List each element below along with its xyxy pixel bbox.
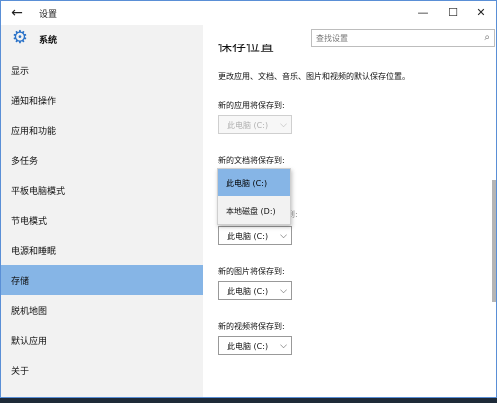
sidebar-item-display[interactable]: 显示 [1,55,203,85]
content-scrollbar[interactable] [492,180,496,302]
search-icon[interactable]: ⌕ [484,31,490,45]
option-label: 此电脑 (C:) [226,179,268,188]
minimize-button[interactable]: — [408,3,438,23]
sidebar-item-label: 电源和睡眠 [11,247,57,257]
dropdown-option-this-pc[interactable]: 此电脑 (C:) [218,169,290,196]
sidebar-item-label: 默认应用 [11,337,48,347]
main-content: ⌕ 保存位置 更改应用、文档、音乐、图片和视频的默认保存位置。 新的应用将保存到… [203,25,496,397]
sidebar-item-apps-features[interactable]: 应用和功能 [1,115,203,145]
sidebar-item-battery-saver[interactable]: 节电模式 [1,205,203,235]
sidebar-item-power-sleep[interactable]: 电源和睡眠 [1,235,203,265]
section-description: 更改应用、文档、音乐、图片和视频的默认保存位置。 [218,72,410,81]
docs-save-label: 新的文档将保存到: [218,156,285,165]
sidebar-header: ⚙ 系统 [1,25,203,55]
pictures-save-label: 新的图片将保存到: [218,267,285,276]
sidebar: ⚙ 系统 显示 通知和操作 应用和功能 多任务 平板电脑模式 节电模式 电源和睡… [1,25,203,397]
sidebar-item-default-apps[interactable]: 默认应用 [1,325,203,355]
search-input[interactable] [316,31,466,45]
sidebar-item-notifications[interactable]: 通知和操作 [1,85,203,115]
sidebar-item-label: 应用和功能 [11,127,57,137]
option-label: 本地磁盘 (D:) [226,207,276,216]
sidebar-item-label: 存储 [11,277,30,287]
sidebar-item-label: 关于 [11,367,30,377]
sidebar-item-multitasking[interactable]: 多任务 [1,145,203,175]
settings-window: ← 设置 — ☐ ✕ ⚙ 系统 显示 通知和操作 应用和功能 多任务 平板电脑模… [0,0,497,398]
sidebar-item-offline-maps[interactable]: 脱机地图 [1,295,203,325]
title-bar: ← 设置 — ☐ ✕ [1,1,496,25]
docs-save-dropdown-list[interactable]: 此电脑 (C:) 本地磁盘 (D:) [217,168,291,225]
sidebar-section-title: 系统 [39,36,58,46]
chevron-down-icon: ⌵ [280,231,287,241]
sidebar-item-label: 脱机地图 [11,307,48,317]
videos-save-label: 新的视频将保存到: [218,322,285,331]
taskbar-edge [0,398,497,403]
dropdown-value: 此电脑 (C:) [227,287,269,296]
close-button[interactable]: ✕ [466,3,496,23]
sidebar-item-label: 节电模式 [11,217,48,227]
chevron-down-icon: ⌵ [280,286,287,296]
dropdown-value: 此电脑 (C:) [227,342,269,351]
sidebar-item-tablet-mode[interactable]: 平板电脑模式 [1,175,203,205]
apps-save-label: 新的应用将保存到: [218,101,285,110]
sidebar-item-storage[interactable]: 存储 [1,265,203,295]
sidebar-item-about[interactable]: 关于 [1,355,203,385]
chevron-down-icon: ⌵ [280,341,287,351]
dropdown-value: 此电脑 (C:) [227,232,269,241]
apps-save-dropdown: 此电脑 (C:) ⌵ [218,115,292,134]
videos-save-dropdown[interactable]: 此电脑 (C:) ⌵ [218,336,292,355]
maximize-button[interactable]: ☐ [438,3,468,23]
back-arrow-icon[interactable]: ← [7,3,27,23]
sidebar-item-label: 平板电脑模式 [11,187,66,197]
section-heading-clip: 保存位置 [218,44,378,56]
music-save-dropdown[interactable]: 此电脑 (C:) ⌵ [218,226,292,245]
chevron-down-icon: ⌵ [280,120,287,130]
section-heading: 保存位置 [218,44,274,55]
window-title: 设置 [39,10,58,20]
pictures-save-dropdown[interactable]: 此电脑 (C:) ⌵ [218,281,292,300]
sidebar-item-label: 通知和操作 [11,97,57,107]
dropdown-value: 此电脑 (C:) [227,121,269,130]
sidebar-item-label: 显示 [11,67,30,77]
sidebar-item-label: 多任务 [11,157,39,167]
dropdown-option-local-disk-d[interactable]: 本地磁盘 (D:) [218,197,290,224]
gear-icon: ⚙ [11,27,29,48]
